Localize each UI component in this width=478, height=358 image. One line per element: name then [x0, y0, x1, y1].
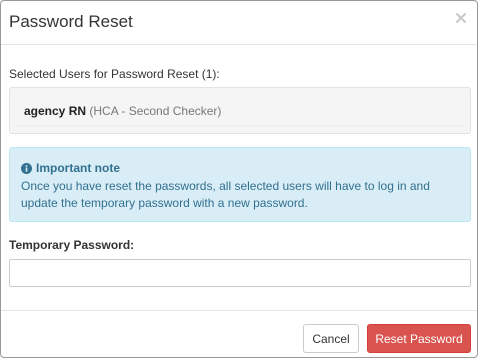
user-role: (HCA - Second Checker): [89, 104, 222, 118]
info-circle-icon: [21, 162, 32, 174]
reset-password-button[interactable]: Reset Password: [367, 324, 471, 353]
temporary-password-label: Temporary Password:: [9, 238, 135, 252]
alert-body: Once you have reset the passwords, all s…: [21, 179, 430, 210]
temporary-password-input[interactable]: [9, 259, 471, 287]
user-name: agency RN: [24, 104, 87, 118]
list-item: agency RN (HCA - Second Checker): [24, 104, 221, 118]
modal-header: Password Reset: [1, 1, 477, 45]
alert-title: Important note: [21, 161, 120, 175]
modal-title: Password Reset: [9, 12, 133, 31]
cancel-button[interactable]: Cancel: [303, 324, 359, 353]
close-button[interactable]: [453, 10, 469, 26]
selected-users-label: Selected Users for Password Reset (1):: [9, 67, 220, 81]
password-reset-modal: Password Reset Selected Users for Passwo…: [0, 0, 478, 358]
important-note-alert: Important note Once you have reset the p…: [9, 147, 471, 222]
selected-users-list: agency RN (HCA - Second Checker): [9, 87, 471, 134]
divider: [18, 125, 462, 126]
close-icon: [456, 13, 466, 23]
modal-footer: Cancel Reset Password: [1, 310, 477, 358]
alert-title-text: Important note: [36, 161, 120, 175]
